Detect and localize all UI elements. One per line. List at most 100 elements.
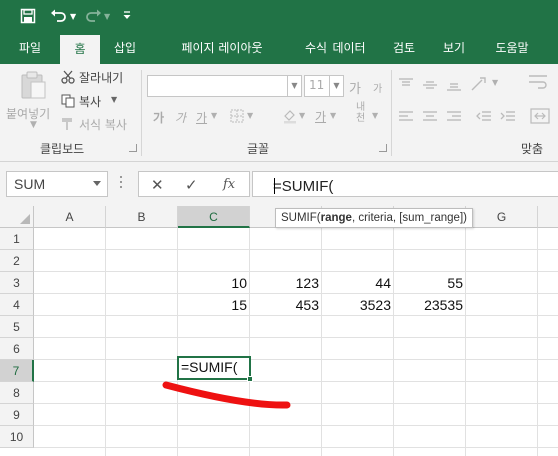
cell-e3[interactable]: 44 xyxy=(322,272,394,294)
border-dropdown-icon[interactable]: ▼ xyxy=(247,111,253,120)
tab-view[interactable]: 보기 xyxy=(434,32,474,64)
font-color-button[interactable]: 가 xyxy=(315,108,326,125)
undo-icon[interactable] xyxy=(50,6,68,26)
column-header-b[interactable]: B xyxy=(106,206,178,228)
gridline xyxy=(249,228,250,456)
shrink-font-button[interactable]: 가 xyxy=(373,80,382,95)
underline-dropdown-icon[interactable]: ▼ xyxy=(211,111,217,120)
name-box[interactable]: SUM xyxy=(6,171,108,197)
cancel-icon[interactable]: ✕ xyxy=(151,176,164,194)
select-all-button[interactable] xyxy=(0,206,34,228)
align-right-icon[interactable] xyxy=(446,109,462,128)
font-size-combo[interactable]: 11 ▼ xyxy=(304,75,344,97)
font-launcher-icon[interactable] xyxy=(379,144,387,152)
row-header-3[interactable]: 3 xyxy=(0,272,34,294)
chevron-down-icon[interactable] xyxy=(93,181,101,186)
insert-function-icon[interactable]: fx xyxy=(223,177,235,192)
paste-icon[interactable] xyxy=(18,70,48,104)
formula-input[interactable]: =SUMIF( xyxy=(252,171,558,197)
tab-file[interactable]: 파일 xyxy=(8,32,52,64)
orientation-icon[interactable] xyxy=(470,76,488,96)
cell-e4[interactable]: 3523 xyxy=(322,294,394,316)
tab-home[interactable]: 홈 xyxy=(60,35,100,64)
scissors-icon xyxy=(61,69,75,88)
tab-help[interactable]: 도움말 xyxy=(484,32,540,64)
cell-f3[interactable]: 55 xyxy=(394,272,466,294)
row-header-7[interactable]: 7 xyxy=(0,360,34,382)
gridline xyxy=(34,359,558,360)
redo-dropdown-icon[interactable]: ▼ xyxy=(104,6,110,26)
chevron-down-icon[interactable]: ▼ xyxy=(287,76,301,96)
text-caret xyxy=(274,178,275,194)
decrease-indent-icon[interactable] xyxy=(476,109,492,128)
format-painter-button[interactable]: 서식 복사 xyxy=(79,116,127,133)
cell-c4[interactable]: 15 xyxy=(178,294,250,316)
column-header-a[interactable]: A xyxy=(34,206,106,228)
align-center-icon[interactable] xyxy=(422,109,438,128)
grow-font-button[interactable]: 가 xyxy=(349,78,361,97)
phonetic-dropdown-icon[interactable]: ▼ xyxy=(372,111,378,120)
font-name-combo[interactable]: ▼ xyxy=(147,75,302,97)
name-box-value: SUM xyxy=(14,176,46,192)
tab-page-layout[interactable]: 페이지 레이아웃 xyxy=(156,32,288,64)
italic-button[interactable]: 가 xyxy=(175,109,186,126)
row-header-10[interactable]: 10 xyxy=(0,426,34,448)
paste-dropdown-icon[interactable]: ▼ xyxy=(30,120,37,130)
clipboard-launcher-icon[interactable] xyxy=(129,144,137,152)
border-icon[interactable] xyxy=(230,108,244,127)
fill-color-icon[interactable] xyxy=(282,108,298,128)
align-left-icon[interactable] xyxy=(398,109,414,128)
chevron-down-icon[interactable]: ▼ xyxy=(329,76,343,96)
align-middle-icon[interactable] xyxy=(422,77,438,96)
cell-f4[interactable]: 23535 xyxy=(394,294,466,316)
function-tooltip[interactable]: SUMIF(range, criteria, [sum_range]) xyxy=(275,208,473,228)
increase-indent-icon[interactable] xyxy=(500,109,516,128)
cell-d3[interactable]: 123 xyxy=(250,272,322,294)
cell-c3[interactable]: 10 xyxy=(178,272,250,294)
undo-dropdown-icon[interactable]: ▼ xyxy=(70,6,76,26)
formula-bar: SUM ✕ ✓ fx =SUMIF( xyxy=(0,162,558,206)
align-bottom-icon[interactable] xyxy=(446,77,462,96)
column-header-h[interactable] xyxy=(538,206,558,228)
merge-center-icon[interactable] xyxy=(530,107,550,129)
font-group-label: 글꼴 xyxy=(247,142,270,156)
excel-window: ▼ ▼ 파일 홈 삽입 페이지 레이아웃 수식 데이터 검토 보기 도움말 붙여… xyxy=(0,0,558,456)
fill-color-dropdown-icon[interactable]: ▼ xyxy=(299,111,305,120)
row-header-6[interactable]: 6 xyxy=(0,338,34,360)
chevron-down-icon[interactable] xyxy=(122,6,132,26)
formula-text: =SUMIF( xyxy=(273,178,334,195)
orientation-dropdown-icon[interactable]: ▼ xyxy=(492,78,498,87)
tab-data[interactable]: 데이터 xyxy=(322,32,376,64)
underline-button[interactable]: 가 xyxy=(196,109,207,126)
name-box-resize-handle[interactable] xyxy=(120,176,123,192)
wrap-text-icon[interactable] xyxy=(528,73,548,95)
column-header-g[interactable]: G xyxy=(466,206,538,228)
tab-review[interactable]: 검토 xyxy=(384,32,424,64)
redo-icon[interactable] xyxy=(84,6,102,26)
row-header-8[interactable]: 8 xyxy=(0,382,34,404)
formula-buttons: ✕ ✓ fx xyxy=(138,171,250,197)
row-header-2[interactable]: 2 xyxy=(0,250,34,272)
copy-dropdown-icon[interactable]: ▼ xyxy=(111,95,117,104)
phonetic-button[interactable]: 내천 xyxy=(356,102,372,124)
active-cell-text: =SUMIF( xyxy=(181,359,238,375)
tab-insert[interactable]: 삽입 xyxy=(103,32,147,64)
cut-button[interactable]: 잘라내기 xyxy=(79,69,123,86)
row-header-1[interactable]: 1 xyxy=(0,228,34,250)
enter-icon[interactable]: ✓ xyxy=(185,176,198,194)
bold-button[interactable]: 가 xyxy=(153,109,164,126)
column-header-c[interactable]: C xyxy=(178,206,250,228)
worksheet-grid[interactable]: A B C G 1 2 3 4 5 6 7 8 9 10 10 123 44 5… xyxy=(0,206,558,456)
copy-button[interactable]: 복사 xyxy=(79,93,101,110)
row-header-5[interactable]: 5 xyxy=(0,316,34,338)
gridline xyxy=(537,228,538,456)
cell-d4[interactable]: 453 xyxy=(250,294,322,316)
save-icon[interactable] xyxy=(20,6,36,26)
paste-button[interactable]: 붙여넣기 xyxy=(6,105,50,122)
font-color-dropdown-icon[interactable]: ▼ xyxy=(330,111,336,120)
row-header-9[interactable]: 9 xyxy=(0,404,34,426)
group-divider xyxy=(391,70,392,156)
ribbon-tabs: 파일 홈 삽입 페이지 레이아웃 수식 데이터 검토 보기 도움말 xyxy=(0,32,558,64)
align-top-icon[interactable] xyxy=(398,77,414,96)
row-header-4[interactable]: 4 xyxy=(0,294,34,316)
